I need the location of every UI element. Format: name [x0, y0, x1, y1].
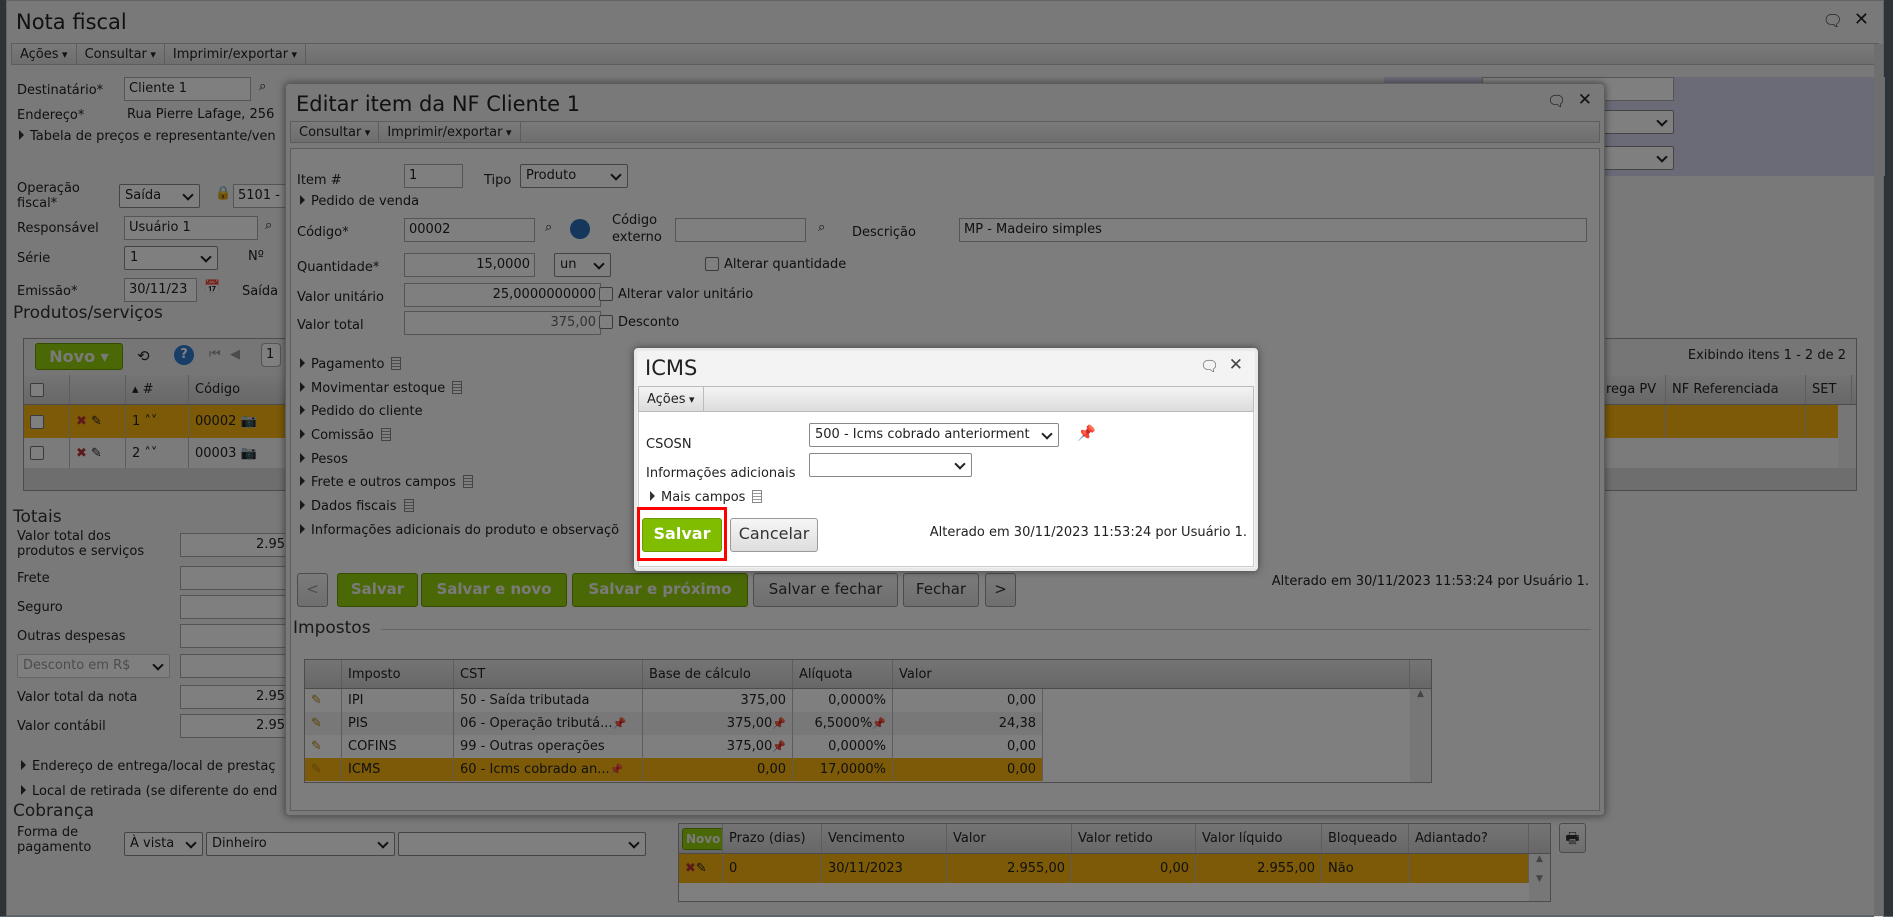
dialog-title: ICMS	[645, 356, 698, 380]
mais-campos-toggle[interactable]: Mais campos	[650, 490, 763, 505]
salvar-button[interactable]: Salvar	[642, 518, 722, 552]
csosn-label: CSOSN	[646, 437, 692, 452]
informacoes-adicionais-select[interactable]	[809, 453, 972, 477]
cancelar-button[interactable]: Cancelar	[730, 518, 818, 552]
icms-dialog: ICMS 🗨 ✕ Ações CSOSN 500 - Icms cobrado …	[634, 348, 1258, 571]
menu-acoes[interactable]: Ações	[639, 387, 704, 411]
comment-icon[interactable]: 🗨	[1200, 357, 1219, 375]
note-icon	[752, 490, 763, 503]
csosn-select[interactable]: 500 - Icms cobrado anteriorment	[809, 423, 1059, 447]
pin-icon[interactable]: 📌	[1077, 424, 1096, 442]
alterado-label: Alterado em 30/11/2023 11:53:24 por Usuá…	[929, 525, 1247, 540]
icms-toolbar: Ações	[638, 386, 1254, 412]
close-icon[interactable]: ✕	[1229, 355, 1243, 375]
icms-content: CSOSN 500 - Icms cobrado anteriorment 📌 …	[637, 412, 1254, 567]
informacoes-adicionais-label: Informações adicionais	[646, 466, 796, 481]
